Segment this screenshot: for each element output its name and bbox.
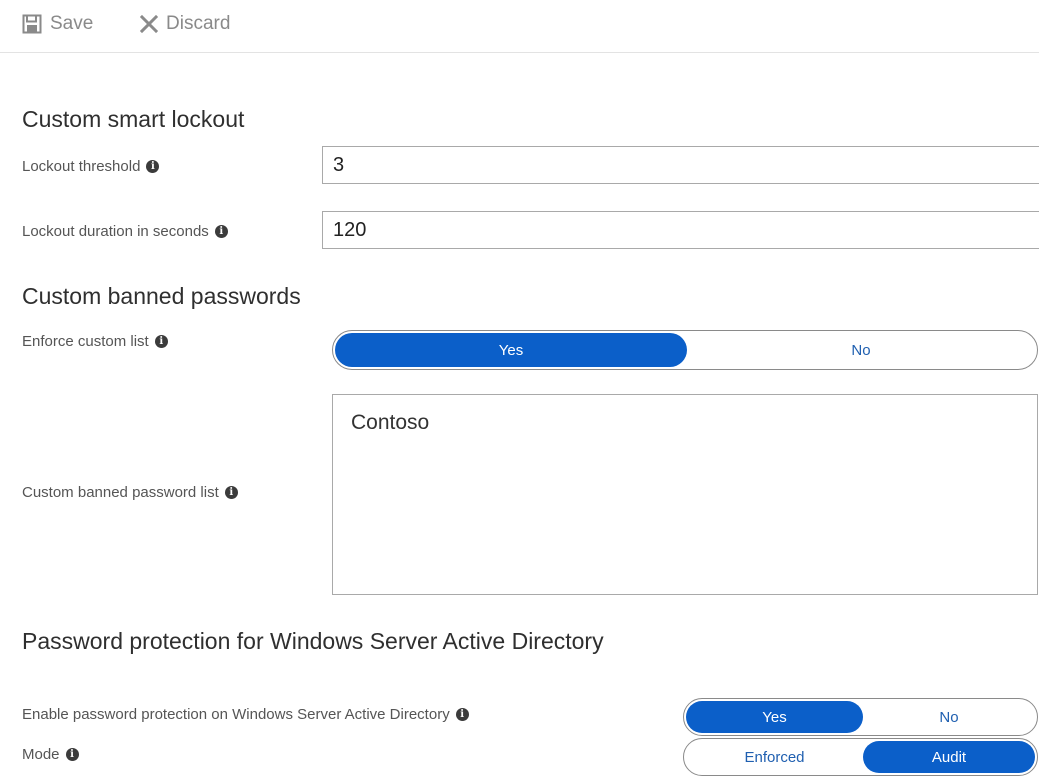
save-button[interactable]: Save — [22, 8, 93, 40]
mode-enforced-option[interactable]: Enforced — [686, 741, 863, 773]
save-icon — [22, 14, 42, 34]
close-icon — [140, 15, 158, 33]
mode-label: Mode i — [22, 746, 79, 763]
discard-button[interactable]: Discard — [140, 8, 230, 40]
enforce-yes-option[interactable]: Yes — [335, 333, 687, 367]
enforce-custom-list-toggle[interactable]: Yes No — [332, 330, 1038, 370]
lockout-threshold-label: Lockout threshold i — [22, 158, 160, 175]
enforce-custom-list-label: Enforce custom list i — [22, 333, 168, 350]
enforce-no-option[interactable]: No — [687, 333, 1035, 367]
banned-password-list-label-text: Custom banned password list — [22, 484, 219, 501]
ad-protection-no-option[interactable]: No — [863, 701, 1035, 733]
lockout-duration-label: Lockout duration in seconds i — [22, 223, 228, 240]
mode-audit-option[interactable]: Audit — [863, 741, 1035, 773]
info-icon[interactable]: i — [154, 335, 168, 348]
enforce-custom-list-label-text: Enforce custom list — [22, 333, 149, 350]
command-bar: Save Discard — [0, 0, 1039, 53]
lockout-threshold-input[interactable] — [322, 146, 1039, 184]
info-icon[interactable]: i — [214, 225, 228, 238]
section-title-ad-protection: Password protection for Windows Server A… — [22, 628, 604, 654]
save-label: Save — [50, 13, 94, 34]
section-title-banned-passwords: Custom banned passwords — [22, 283, 301, 309]
discard-label: Discard — [166, 13, 231, 34]
enable-ad-protection-label: Enable password protection on Windows Se… — [22, 706, 469, 723]
info-icon[interactable]: i — [455, 708, 469, 721]
ad-protection-yes-option[interactable]: Yes — [686, 701, 863, 733]
info-icon[interactable]: i — [146, 160, 160, 173]
enable-ad-protection-toggle[interactable]: Yes No — [683, 698, 1038, 736]
info-icon[interactable]: i — [224, 486, 238, 499]
info-icon[interactable]: i — [65, 748, 79, 761]
banned-password-list-label: Custom banned password list i — [22, 484, 238, 501]
lockout-threshold-label-text: Lockout threshold — [22, 158, 141, 175]
mode-label-text: Mode — [22, 746, 60, 763]
lockout-duration-label-text: Lockout duration in seconds — [22, 223, 209, 240]
enable-ad-protection-label-text: Enable password protection on Windows Se… — [22, 706, 450, 723]
section-title-smart-lockout: Custom smart lockout — [22, 106, 245, 132]
mode-toggle[interactable]: Enforced Audit — [683, 738, 1038, 776]
banned-password-list-textarea[interactable]: Contoso — [332, 394, 1038, 595]
lockout-duration-input[interactable] — [322, 211, 1039, 249]
